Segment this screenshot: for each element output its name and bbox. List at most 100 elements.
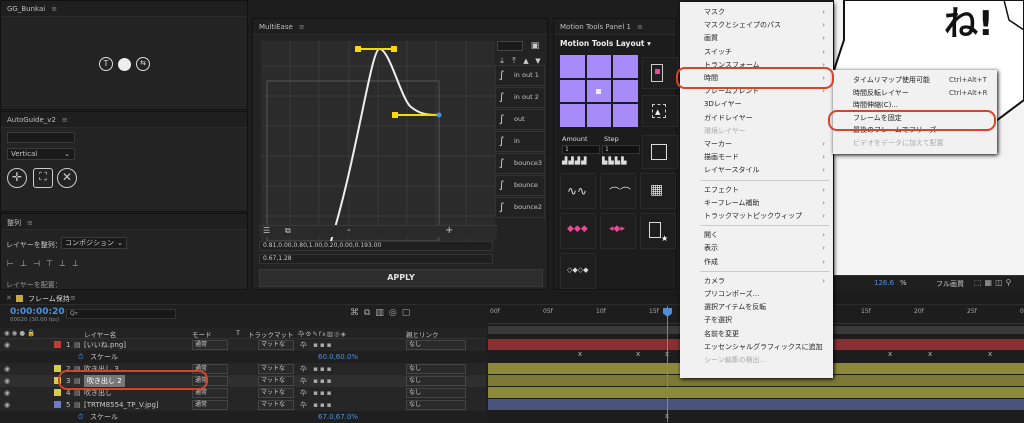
anchor-cell[interactable] bbox=[560, 55, 585, 78]
visibility-icon[interactable]: ◉ bbox=[4, 363, 10, 375]
parent-select[interactable]: なし bbox=[406, 400, 466, 410]
orientation-select[interactable]: Vertical ⌄ bbox=[7, 148, 75, 160]
visibility-icon[interactable]: ◉ bbox=[4, 375, 10, 387]
parent-select[interactable]: なし bbox=[406, 340, 466, 350]
label-color-icon[interactable] bbox=[54, 365, 61, 372]
apply-button[interactable]: APPLY bbox=[259, 269, 543, 287]
layer-switch-icons[interactable]: 卆 ▪▪▪ bbox=[300, 339, 333, 351]
visibility-icon[interactable]: ◉ bbox=[4, 387, 10, 399]
grid-icon[interactable]: ▦ bbox=[640, 173, 676, 209]
context-menu-item[interactable]: 描画モード › bbox=[680, 151, 833, 163]
ease-preset-item[interactable]: ∫ out bbox=[495, 109, 545, 130]
context-menu-item[interactable]: 名前を変更 bbox=[680, 328, 833, 340]
label-color-icon[interactable] bbox=[54, 401, 61, 408]
trackmatte-select[interactable]: マットな bbox=[258, 364, 294, 374]
trackmatte-select[interactable]: マットな bbox=[258, 376, 294, 386]
keyframe-marker[interactable]: x bbox=[636, 350, 640, 358]
bounce-icon[interactable]: ⌒⌒ bbox=[600, 173, 636, 209]
sequence-layers-icon[interactable]: ▟▟▟▟ bbox=[562, 157, 588, 165]
anchor-cell[interactable] bbox=[613, 104, 638, 127]
context-menu-item[interactable]: マスクとシェイプのパス › bbox=[680, 19, 833, 31]
header-parent[interactable]: 親とリンク bbox=[406, 329, 439, 339]
anchor-grid[interactable] bbox=[560, 55, 638, 127]
ease-preset-item[interactable]: ∫ bounce bbox=[495, 175, 545, 196]
layer-row[interactable]: ◉ 1 ▤ [いいね.png] 通常 マットな卆 ▪▪▪ なし bbox=[0, 339, 486, 351]
submenu-item[interactable]: 時間反転レイヤー Ctrl+Alt+R bbox=[833, 87, 997, 99]
context-menu-item[interactable]: 表示 › bbox=[680, 242, 833, 254]
align-target-select[interactable]: コンポジション ⌄ bbox=[61, 237, 127, 249]
parent-select[interactable]: なし bbox=[406, 376, 466, 386]
label-color-icon[interactable] bbox=[54, 389, 61, 396]
anchor-cell-center[interactable] bbox=[586, 79, 612, 103]
visibility-icon[interactable]: ◉ bbox=[4, 339, 10, 351]
timeline-switches-icons[interactable]: ⌘⧉▥◎▢ bbox=[350, 308, 415, 318]
context-menu-item[interactable]: 選択アイテムを反転 bbox=[680, 301, 833, 313]
header-name[interactable]: レイヤー名 bbox=[84, 329, 116, 339]
ease-preset-item[interactable]: ∫ in out 1 bbox=[495, 65, 545, 86]
parent-select[interactable]: なし bbox=[406, 364, 466, 374]
context-menu-item[interactable]: 画質 › bbox=[680, 32, 833, 44]
panel-menu-icon[interactable]: ≡ bbox=[70, 294, 76, 302]
property-row[interactable]: ⏱ スケール 67.0,67.0% bbox=[0, 411, 486, 423]
fit-frame-icon[interactable]: ⛶ bbox=[33, 168, 53, 188]
property-value[interactable]: 67.0,67.0% bbox=[318, 411, 358, 423]
wiggle-icon[interactable]: ∿∿ bbox=[560, 173, 596, 209]
layout-title[interactable]: Motion Tools Layout ▾ bbox=[560, 39, 651, 48]
context-menu-item[interactable]: レイヤースタイル › bbox=[680, 164, 833, 176]
visibility-icon[interactable]: ◉ bbox=[4, 399, 10, 411]
guide-input[interactable] bbox=[7, 132, 75, 143]
layer-name[interactable]: [TRTM8554_TP_V.jpg] bbox=[84, 399, 159, 411]
keyframe-marker[interactable]: x bbox=[928, 350, 932, 358]
layer-row[interactable]: ◉ 5 ▤ [TRTM8554_TP_V.jpg] 通常 マットな卆 ▪▪▪ なし bbox=[0, 399, 486, 411]
keyframe-marker[interactable]: x bbox=[988, 350, 992, 358]
save-icon[interactable]: ▣ bbox=[529, 39, 541, 53]
stopwatch-icon[interactable]: ⏱ bbox=[78, 411, 83, 423]
header-mode[interactable]: モード bbox=[192, 329, 212, 339]
context-menu-item[interactable]: 開く › bbox=[680, 229, 833, 241]
exchange-icon[interactable]: ⇆ bbox=[136, 57, 150, 71]
ease-preset-item[interactable]: ∫ bounce2 bbox=[495, 197, 545, 218]
context-menu-item[interactable]: マーカー › bbox=[680, 138, 833, 150]
context-menu-item[interactable]: プリコンポーズ... bbox=[680, 288, 833, 300]
layer-switch-icons[interactable]: 卆 ▪▪▪ bbox=[300, 399, 333, 411]
anchor-align-icon[interactable]: ▲ bbox=[642, 95, 678, 127]
minus-button[interactable]: - bbox=[347, 225, 351, 236]
property-row[interactable]: ⏱ スケール 60.0,60.0% bbox=[0, 351, 486, 363]
copy-icon[interactable]: ⧉ bbox=[285, 226, 291, 236]
bounding-box-icon[interactable] bbox=[642, 135, 678, 169]
circle-icon[interactable] bbox=[118, 58, 131, 71]
anchor-cell[interactable] bbox=[613, 55, 638, 78]
keyframe-marker[interactable]: x bbox=[578, 350, 582, 358]
anchor-move-icon[interactable] bbox=[642, 57, 678, 89]
context-menu-item[interactable]: トラックマットピックウィップ › bbox=[680, 210, 833, 222]
ease-preset-item[interactable]: ∫ in out 2 bbox=[495, 87, 545, 108]
viewer-options-icons[interactable]: ⬚▦◫⚲ bbox=[974, 278, 1015, 287]
context-menu-item[interactable]: ガイドレイヤー bbox=[680, 112, 833, 124]
panel-menu-icon[interactable]: ≡ bbox=[27, 219, 33, 227]
keyframe-sequence-icon[interactable]: ◇◆◇◆ bbox=[560, 253, 596, 289]
plus-button[interactable]: + bbox=[445, 225, 453, 236]
amount-input[interactable]: 1 bbox=[562, 145, 600, 154]
close-icon[interactable]: ✕ bbox=[6, 294, 12, 302]
context-menu-item[interactable]: 作成 › bbox=[680, 256, 833, 268]
new-layer-icon[interactable]: ★ bbox=[640, 213, 676, 249]
layer-switch-icons[interactable]: 卆 ▪▪▪ bbox=[300, 375, 333, 387]
playhead-line[interactable] bbox=[667, 306, 668, 422]
anchor-cell[interactable] bbox=[586, 55, 612, 78]
parent-select[interactable]: なし bbox=[406, 388, 466, 398]
crosshair-icon[interactable]: ✛ bbox=[7, 168, 27, 188]
keyframe-distribute-icon[interactable]: ◆◆◆ bbox=[560, 213, 596, 249]
stopwatch-icon[interactable]: ⏱ bbox=[78, 351, 83, 363]
layer-switch-icons[interactable]: 卆 ▪▪▪ bbox=[300, 387, 333, 399]
trackmatte-select[interactable]: マットな bbox=[258, 388, 294, 398]
anchor-cell[interactable] bbox=[560, 79, 585, 103]
list-icon[interactable]: ☰ bbox=[263, 226, 270, 235]
zoom-level[interactable]: 126.6 bbox=[874, 279, 894, 287]
track-bar-5[interactable] bbox=[488, 399, 1024, 410]
header-trackmatte[interactable]: トラックマット bbox=[248, 329, 294, 339]
trackmatte-select[interactable]: マットな bbox=[258, 340, 294, 350]
context-menu-item[interactable]: エッセンシャルグラフィックスに追加 bbox=[680, 341, 833, 353]
submenu-item[interactable]: タイムリマップ使用可能 Ctrl+Alt+T bbox=[833, 74, 997, 86]
panel-menu-icon[interactable]: ≡ bbox=[299, 23, 305, 31]
current-time[interactable]: 0:00:00:20 bbox=[10, 307, 65, 317]
